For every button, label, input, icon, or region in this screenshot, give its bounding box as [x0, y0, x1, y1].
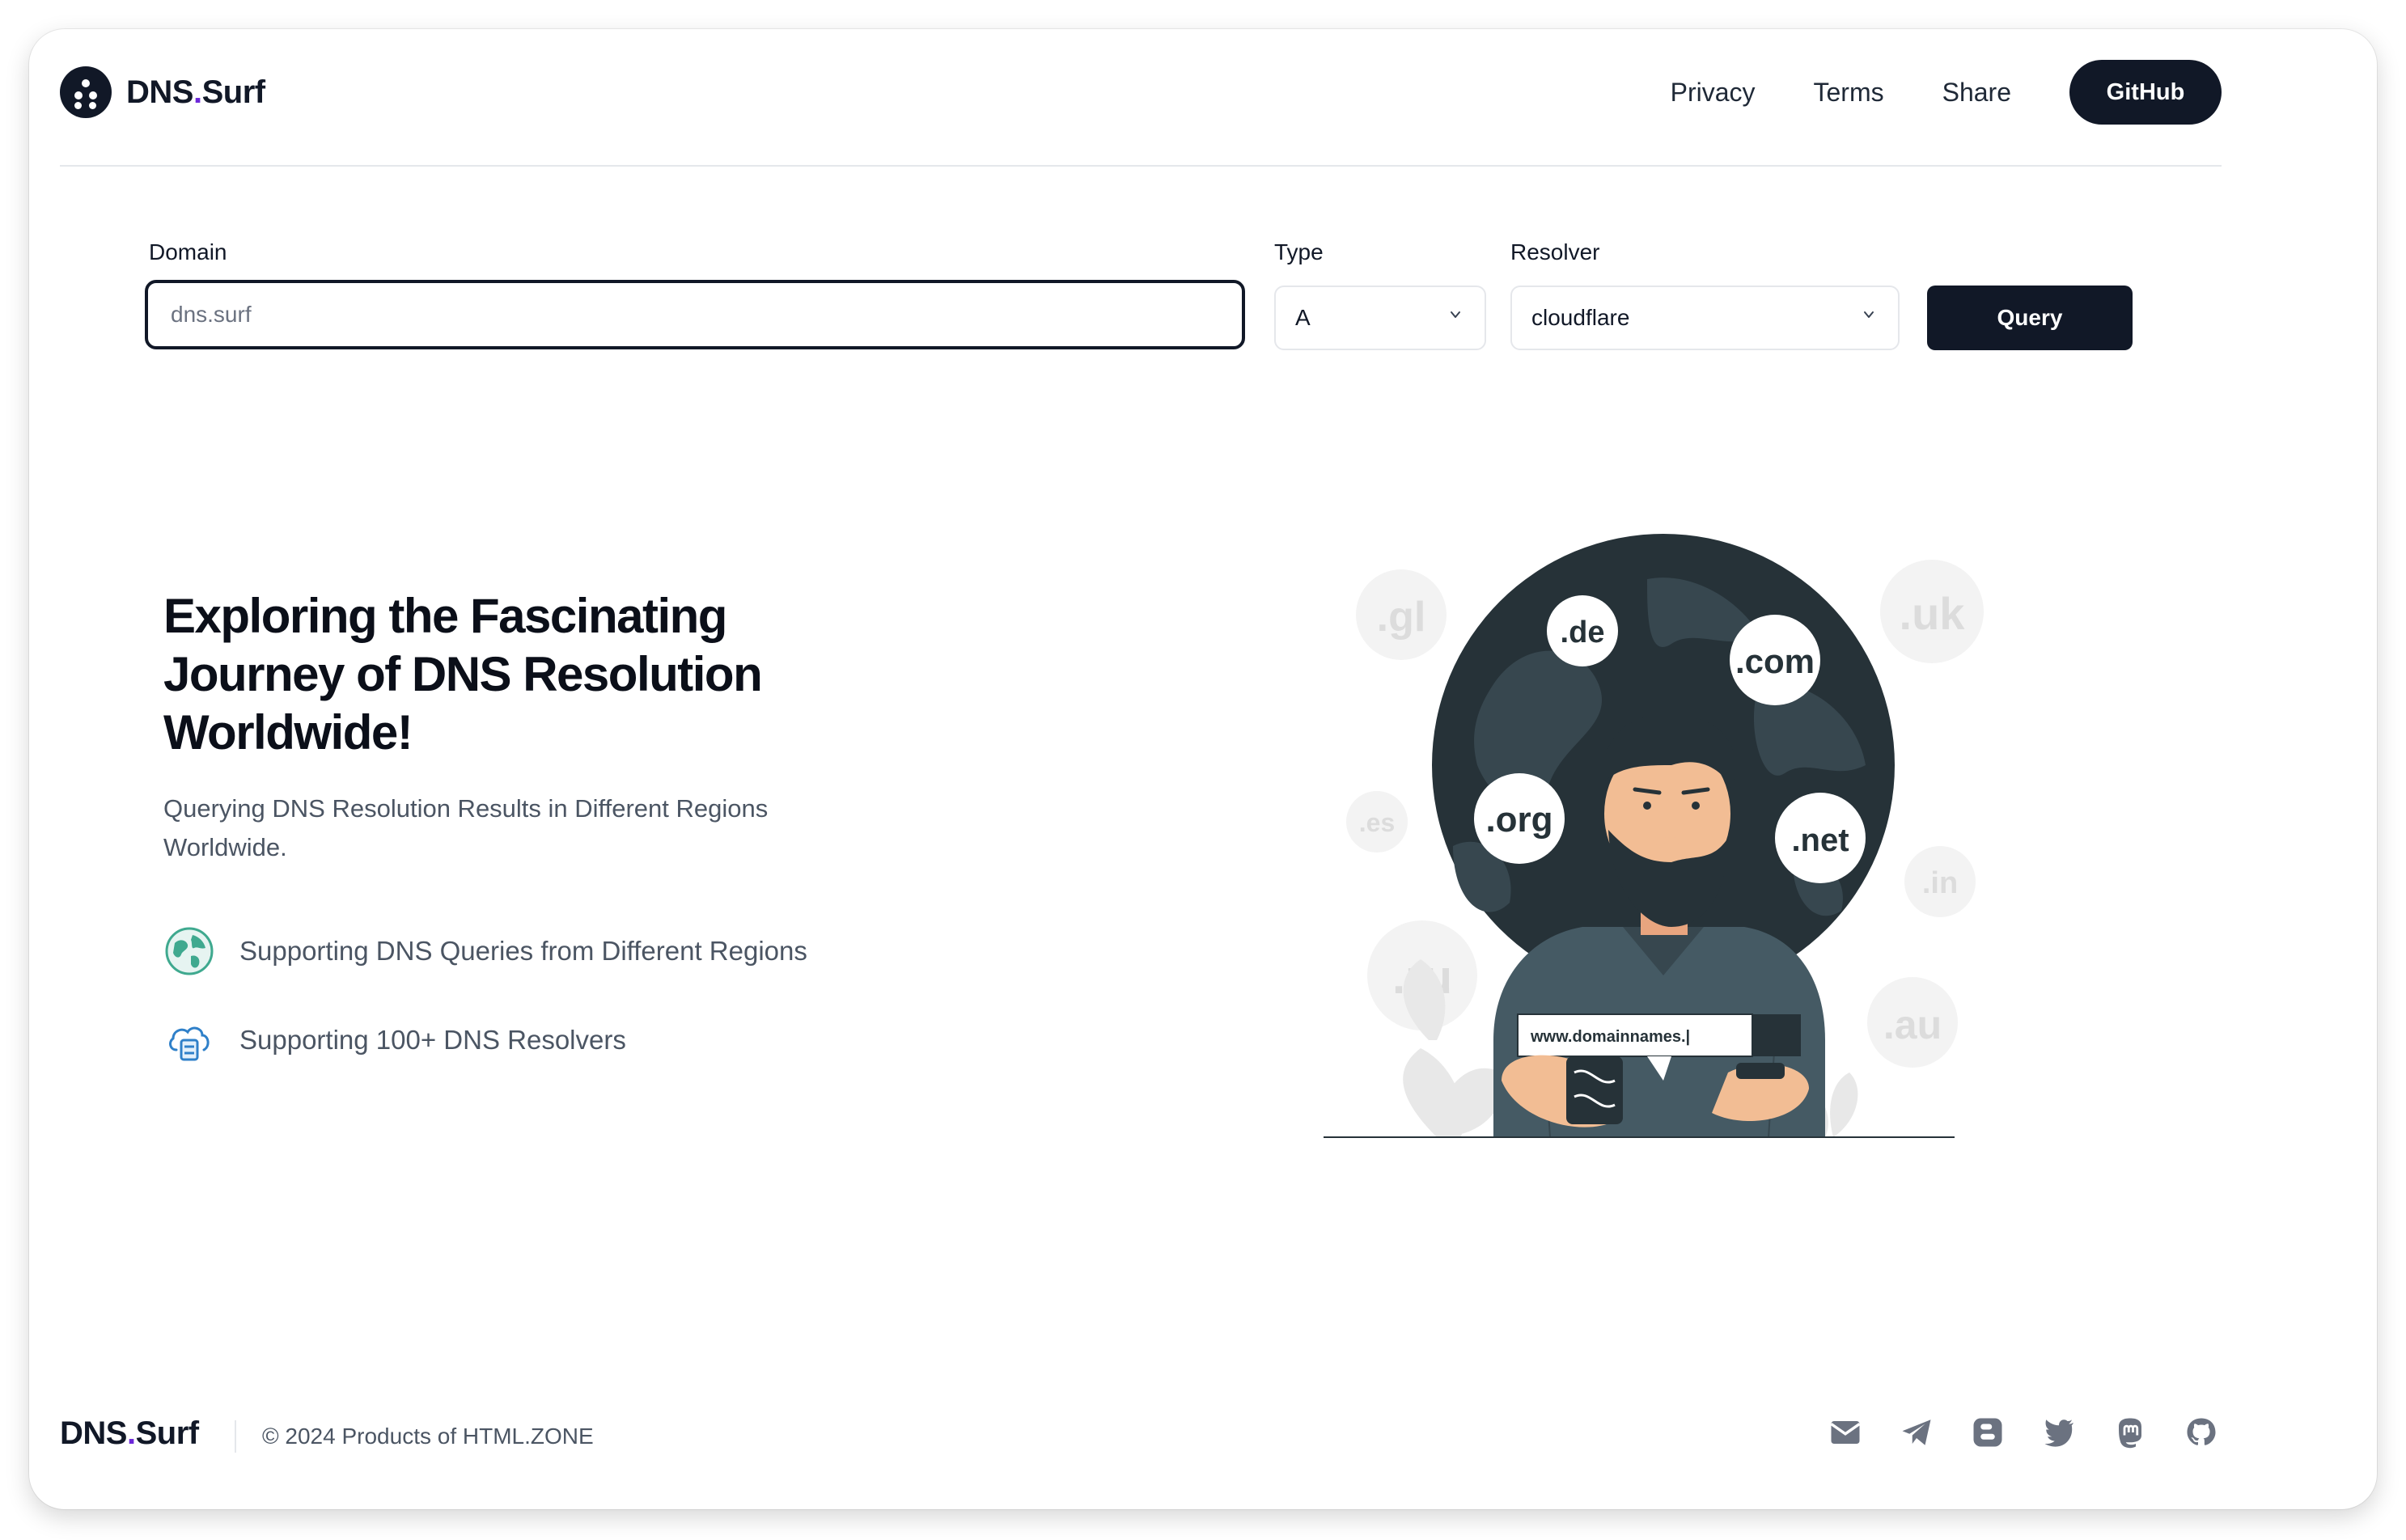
- tld-de-label: .de: [1561, 616, 1605, 649]
- github-icon[interactable]: [2184, 1415, 2218, 1449]
- hero-subtitle: Querying DNS Resolution Results in Diffe…: [163, 794, 769, 861]
- dns-illustration: .gl .uk .es .in .ru .au .de .com: [1324, 534, 1984, 1138]
- blogger-icon[interactable]: [1971, 1415, 2005, 1449]
- resolver-select-value: cloudflare: [1531, 305, 1630, 330]
- query-button[interactable]: Query: [1927, 286, 2133, 350]
- footer-copyright: © 2024 Products of HTML.ZONE: [262, 1424, 594, 1449]
- feature-resolvers: Supporting 100+ DNS Resolvers: [163, 1014, 626, 1066]
- domain-label: Domain: [149, 239, 227, 264]
- feature-regions: Supporting DNS Queries from Different Re…: [163, 925, 807, 977]
- tld-org-label: .org: [1485, 800, 1552, 840]
- resolver-select[interactable]: cloudflare: [1510, 286, 1900, 350]
- tld-com-label: .com: [1735, 642, 1815, 680]
- cloud-server-icon: [169, 1026, 210, 1061]
- brand-link[interactable]: DNS.Surf: [60, 66, 265, 118]
- tld-uk-label: .uk: [1900, 588, 1966, 639]
- logo-icon: [60, 66, 112, 118]
- feature-regions-text: Supporting DNS Queries from Different Re…: [239, 936, 807, 966]
- mail-icon[interactable]: [1828, 1415, 1862, 1449]
- type-select-value: A: [1295, 305, 1311, 330]
- resolver-label: Resolver: [1510, 239, 1600, 264]
- type-label: Type: [1274, 239, 1324, 264]
- tld-in-label: .in: [1922, 866, 1958, 900]
- globe-icon: [165, 927, 214, 975]
- nav-share-link[interactable]: Share: [1942, 78, 2011, 108]
- header: DNS.Surf Privacy Terms Share GitHub: [60, 57, 2222, 167]
- footer-brand[interactable]: DNS.Surf: [60, 1415, 199, 1452]
- chevron-down-icon: [1451, 311, 1460, 318]
- top-nav: Privacy Terms Share GitHub: [1671, 60, 2222, 125]
- nav-privacy-link[interactable]: Privacy: [1671, 78, 1756, 108]
- type-select[interactable]: A: [1274, 286, 1486, 350]
- nav-terms-link[interactable]: Terms: [1814, 78, 1884, 108]
- hero-title: Exploring the Fascinating Journey of DNS…: [163, 589, 763, 759]
- feature-resolvers-text: Supporting 100+ DNS Resolvers: [239, 1025, 626, 1055]
- brand-name: DNS.Surf: [126, 74, 265, 110]
- domain-input[interactable]: [145, 280, 1245, 349]
- tld-au-label: .au: [1883, 1002, 1942, 1047]
- app-window: DNS.Surf Privacy Terms Share GitHub Doma…: [29, 29, 2377, 1509]
- mastodon-icon[interactable]: [2113, 1415, 2147, 1449]
- github-button[interactable]: GitHub: [2069, 60, 2222, 125]
- tld-es-label: .es: [1359, 808, 1395, 837]
- telegram-icon[interactable]: [1900, 1415, 1934, 1449]
- tld-net-label: .net: [1791, 823, 1849, 858]
- chevron-down-icon: [1864, 311, 1874, 318]
- footer-divider: [235, 1420, 236, 1453]
- search-bar-text: www.domainnames.|: [1530, 1028, 1690, 1046]
- tld-gl-label: .gl: [1377, 594, 1426, 641]
- social-links: [1828, 1415, 2218, 1449]
- twitter-icon[interactable]: [2042, 1415, 2076, 1449]
